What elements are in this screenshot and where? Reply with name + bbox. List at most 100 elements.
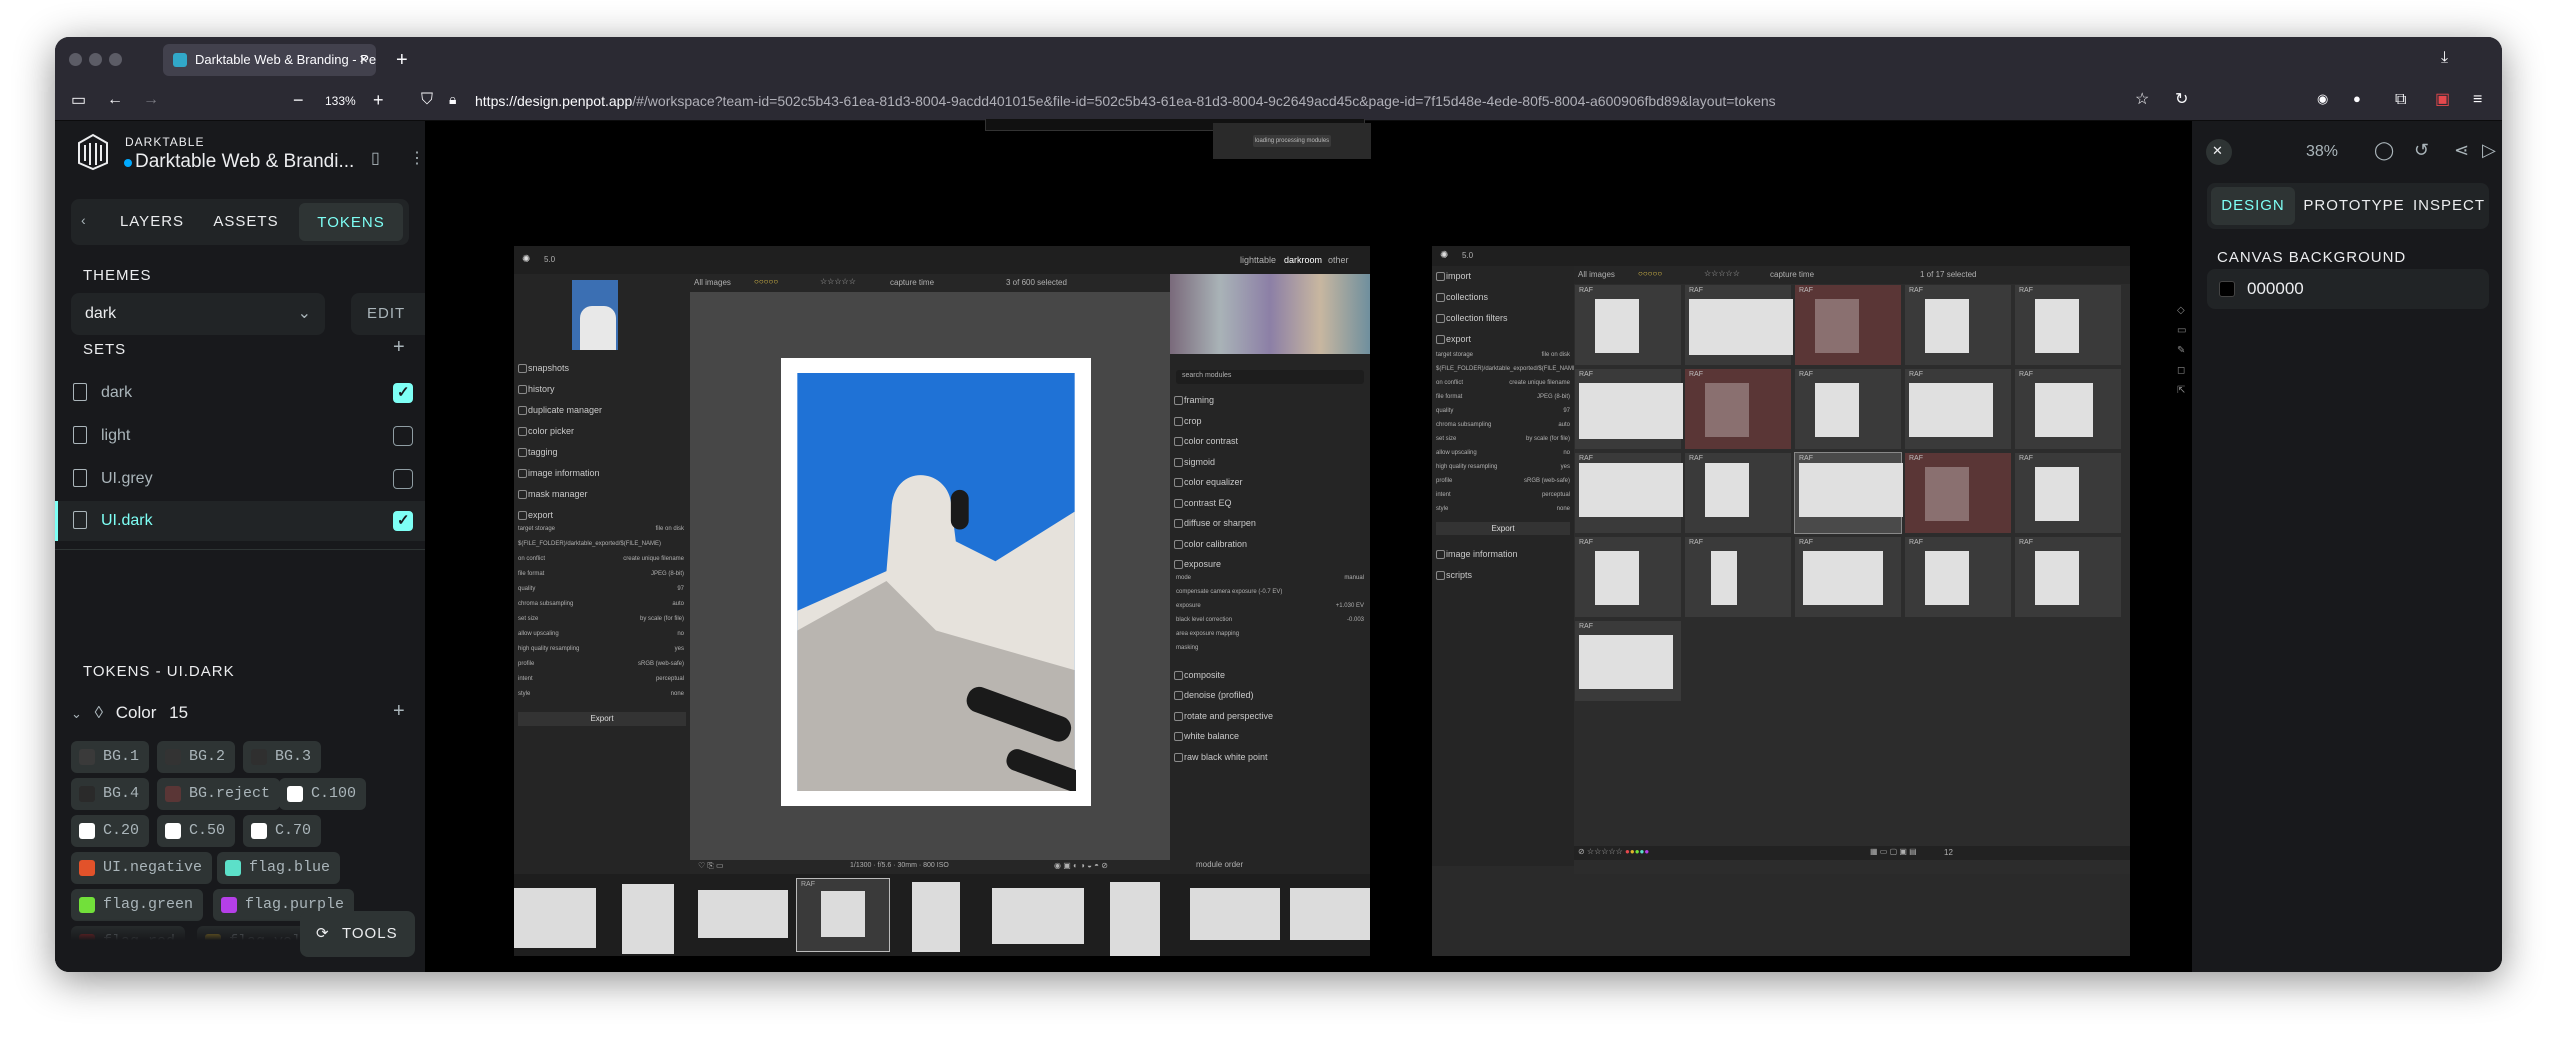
module-row[interactable]: scripts [1432, 565, 1574, 585]
filmstrip-thumb[interactable] [698, 890, 788, 938]
thumbnail-cell[interactable]: RAF [1794, 284, 1902, 366]
rating-filter-icon[interactable]: ⊘ ☆☆☆☆☆ ●●●●● [1578, 847, 1649, 856]
export-setting-value[interactable]: sRGB (web-safe) [638, 661, 684, 667]
minimize-window-dot[interactable] [89, 53, 102, 66]
module-row[interactable]: color equalizer [1170, 472, 1370, 492]
set-checkbox[interactable] [393, 469, 413, 489]
module-row[interactable]: duplicate manager [514, 400, 690, 420]
new-tab-icon[interactable]: + [396, 50, 408, 70]
collapse-icon[interactable]: ‹ [81, 213, 86, 227]
token-pill[interactable]: BG.reject [157, 778, 281, 810]
export-setting-value[interactable]: file on disk [656, 526, 684, 532]
thumbnail-cell[interactable]: RAF [1574, 452, 1683, 534]
module-row[interactable]: composite [1170, 665, 1370, 685]
filmstrip-thumb[interactable]: RAF [796, 878, 890, 952]
export-setting-value[interactable]: create unique filename [1509, 380, 1570, 386]
module-row[interactable]: tagging [514, 442, 690, 462]
file-name[interactable]: Darktable Web & Brandi... [135, 151, 354, 173]
set-item[interactable]: dark [55, 373, 425, 413]
star-icon[interactable]: ♡ ⎘ ▭ [698, 861, 724, 871]
thumbnail-cell[interactable]: RAF [1794, 536, 1902, 618]
browser-tab[interactable]: Darktable Web & Branding - Pen × [163, 44, 376, 76]
set-checkbox[interactable] [393, 383, 413, 403]
token-pill[interactable]: BG.3 [243, 741, 322, 773]
thumbnail-cell[interactable]: RAF [2014, 536, 2122, 618]
sort-select[interactable]: capture time [1770, 270, 1814, 279]
export-setting-value[interactable]: by scale (for file) [640, 616, 684, 622]
export-setting-value[interactable]: yes [675, 646, 684, 652]
export-setting-value[interactable]: auto [672, 601, 684, 607]
module-row[interactable]: collection filters [1432, 308, 1574, 328]
back-icon[interactable]: ← [107, 92, 123, 108]
filmstrip-thumb[interactable] [1290, 888, 1370, 940]
reload-icon[interactable]: ↻ [2175, 92, 2188, 108]
export-setting-value[interactable]: sRGB (web-safe) [1524, 478, 1570, 484]
theme-select[interactable]: dark ⌄ [71, 293, 325, 335]
module-row[interactable]: history [514, 379, 690, 399]
avatar[interactable]: ✕ [2206, 139, 2232, 165]
thumbnail-cell[interactable]: RAF [1794, 368, 1902, 450]
add-token-icon[interactable]: + [393, 701, 405, 721]
module-row[interactable]: color calibration [1170, 534, 1370, 554]
module-row[interactable]: snapshots [514, 358, 690, 378]
module-row[interactable]: crop [1170, 411, 1370, 431]
thumbnail-cell[interactable]: RAF [1574, 536, 1682, 618]
library-icon[interactable]: ▯ [371, 151, 380, 167]
tab-assets[interactable]: ASSETS [201, 203, 291, 241]
token-pill[interactable]: BG.2 [157, 741, 236, 773]
module-row[interactable]: contrast EQ [1170, 493, 1370, 513]
export-setting-value[interactable]: JPEG (8-bit) [1537, 394, 1570, 400]
thumbnail-cell[interactable]: RAF [1574, 368, 1683, 450]
export-setting-value[interactable]: create unique filename [623, 556, 684, 562]
canvas-background-field[interactable]: 000000 [2207, 269, 2489, 309]
module-row[interactable]: image information [514, 463, 690, 483]
export-setting-value[interactable]: JPEG (8-bit) [651, 571, 684, 577]
tools-button[interactable]: ⟳ TOOLS [300, 911, 415, 957]
thumbnail-cell[interactable]: RAF [1684, 452, 1792, 534]
layout-icons[interactable]: ▦ ▭ ▢ ▣ ▤ [1870, 847, 1917, 856]
thumbnail-cell[interactable]: RAF [1574, 284, 1682, 366]
canvas-background-value[interactable]: 000000 [2247, 279, 2304, 298]
token-pill[interactable]: C.70 [243, 815, 322, 847]
url-bar[interactable]: https://design.penpot.app/#/workspace?te… [397, 85, 2237, 117]
token-pill[interactable]: flag.blue [217, 852, 341, 884]
extension-icon[interactable]: ◉ [2317, 92, 2328, 105]
tab-design[interactable]: DESIGN [2211, 187, 2295, 225]
penpot-logo-icon[interactable] [75, 131, 111, 171]
collection-select[interactable]: All images [694, 278, 731, 287]
thumbnail-cell[interactable]: RAF [1684, 368, 1792, 450]
thumbnail-cell[interactable]: RAF [1904, 368, 2012, 450]
set-item-active[interactable]: UI.dark [55, 501, 425, 541]
set-item[interactable]: UI.grey [55, 459, 425, 499]
close-window-dot[interactable] [69, 53, 82, 66]
extension-icon[interactable]: ● [2353, 92, 2361, 105]
downloads-icon[interactable]: ⤓ [2441, 50, 2448, 66]
comments-icon[interactable]: ◯ [2374, 141, 2394, 159]
add-set-icon[interactable]: + [393, 337, 405, 357]
bookmark-star-icon[interactable]: ☆ [2135, 92, 2149, 108]
module-row[interactable]: denoise (profiled) [1170, 685, 1370, 705]
token-pill[interactable]: BG.1 [71, 741, 150, 773]
set-checkbox[interactable] [393, 511, 413, 531]
sort-select[interactable]: capture time [890, 278, 934, 287]
design-canvas[interactable]: loading processing modules ✺ 5.0 lightta… [425, 119, 2192, 972]
tab-prototype[interactable]: PROTOTYPE [2301, 187, 2407, 225]
filmstrip-thumb[interactable] [992, 888, 1084, 944]
thumbnail-cell[interactable]: RAF [1794, 452, 1903, 534]
export-setting-value[interactable]: auto [1558, 422, 1570, 428]
module-row[interactable]: collections [1432, 287, 1574, 307]
export-setting-value[interactable]: file on disk [1542, 352, 1570, 358]
rating-stars-icon[interactable]: ☆☆☆☆☆ [1704, 269, 1740, 278]
color-labels-icon[interactable]: ○○○○○ [754, 277, 778, 286]
forward-icon[interactable]: → [143, 92, 159, 108]
view-darkroom[interactable]: darkroom [1284, 255, 1322, 265]
module-row[interactable]: exposure [1170, 554, 1370, 574]
module-row[interactable]: raw black white point [1170, 747, 1370, 767]
export-setting-value[interactable]: 97 [1563, 408, 1570, 414]
filmstrip-thumb[interactable] [1110, 882, 1160, 956]
color-swatch[interactable] [2219, 281, 2235, 297]
export-setting-value[interactable]: perceptual [1542, 492, 1570, 498]
history-icon[interactable]: ↺ [2414, 141, 2429, 159]
export-setting-value[interactable]: none [1557, 506, 1570, 512]
set-checkbox[interactable] [393, 426, 413, 446]
